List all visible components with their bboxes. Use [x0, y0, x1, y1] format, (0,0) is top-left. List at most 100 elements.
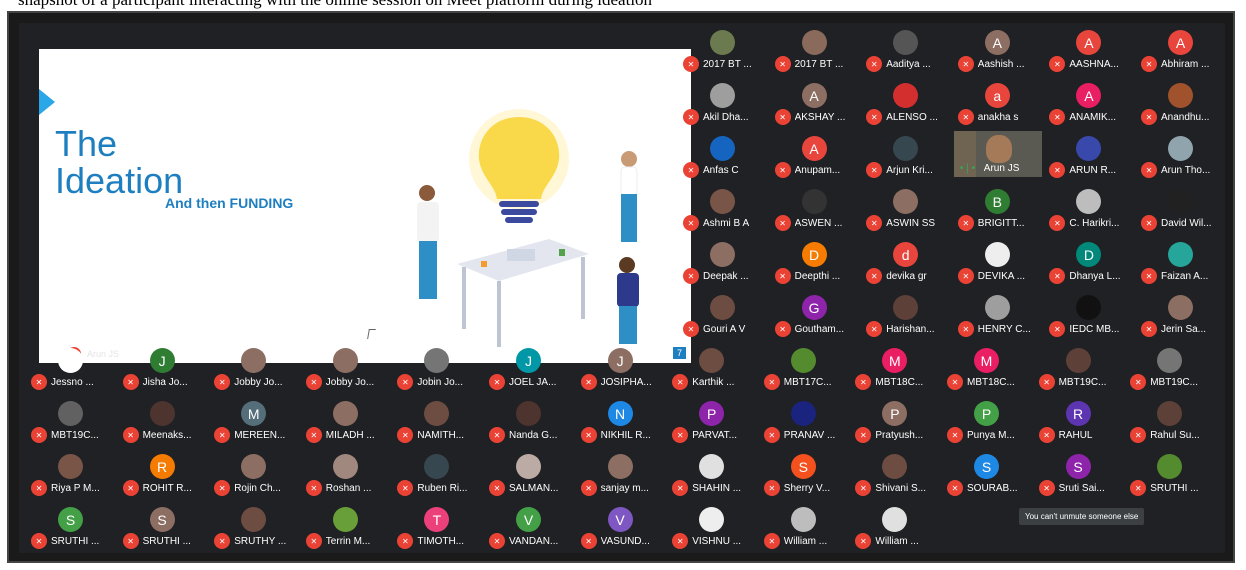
participant-tile[interactable]: ✕ Jessno ... [27, 343, 115, 390]
participant-tile[interactable]: J ✕ Jisha Jo... [119, 343, 207, 390]
mic-off-icon[interactable]: ✕ [580, 480, 597, 496]
participant-tile[interactable]: S ✕ SRUTHI ... [27, 502, 115, 549]
mic-off-icon[interactable]: ✕ [855, 480, 872, 496]
mic-off-icon[interactable]: ✕ [1141, 215, 1157, 231]
mic-off-icon[interactable]: ✕ [947, 427, 963, 443]
participant-tile[interactable]: ✕ SHAHIN ... [668, 449, 756, 496]
participant-tile[interactable]: S ✕ Sruti Sai... [1035, 449, 1123, 496]
mic-off-icon[interactable]: ✕ [489, 427, 505, 443]
participant-tile[interactable]: ✕ ALENSO ... [862, 78, 950, 125]
mic-off-icon[interactable]: ✕ [305, 374, 322, 390]
mic-off-icon[interactable]: ✕ [214, 374, 231, 390]
participant-tile[interactable]: ✕ Riya P M... [27, 449, 115, 496]
mic-off-icon[interactable]: ✕ [122, 533, 139, 549]
participant-tile[interactable]: ✕ ASWEN ... [771, 184, 859, 231]
mic-off-icon[interactable]: ✕ [866, 162, 883, 178]
participant-tile[interactable]: M ✕ MEREEN... [210, 396, 298, 443]
mic-off-icon[interactable]: ✕ [774, 321, 791, 337]
mic-off-icon[interactable]: ✕ [774, 215, 791, 231]
mic-off-icon[interactable]: ✕ [774, 268, 791, 284]
participant-tile[interactable]: T ✕ TIMOTH... [393, 502, 481, 549]
participant-tile[interactable]: ✕ SRUTHI ... [1126, 449, 1214, 496]
participant-tile[interactable]: ✕ NAMITH... [393, 396, 481, 443]
mic-off-icon[interactable]: ✕ [122, 374, 139, 390]
participant-tile[interactable]: N ✕ NIKHIL R... [577, 396, 665, 443]
mic-off-icon[interactable]: ✕ [1130, 480, 1147, 496]
participant-tile[interactable]: V ✕ VASUND... [577, 502, 665, 549]
participant-tile[interactable]: ✕ Jobin Jo... [393, 343, 481, 390]
mic-off-icon[interactable]: ✕ [683, 162, 699, 178]
participant-tile[interactable]: A ✕ AKSHAY ... [771, 78, 859, 125]
mic-off-icon[interactable]: ✕ [672, 533, 689, 549]
participant-tile[interactable]: P ✕ Pratyush... [851, 396, 939, 443]
mic-off-icon[interactable]: ✕ [1049, 268, 1066, 284]
participant-tile[interactable]: M ✕ MBT18C... [943, 343, 1031, 390]
mic-off-icon[interactable]: ✕ [763, 374, 780, 390]
mic-off-icon[interactable]: ✕ [489, 374, 505, 390]
participant-tile[interactable]: ✕ ASWIN SS [862, 184, 950, 231]
mic-off-icon[interactable]: ✕ [1049, 162, 1066, 178]
mic-off-icon[interactable]: ✕ [580, 374, 597, 390]
mic-off-icon[interactable]: ✕ [947, 374, 963, 390]
mic-off-icon[interactable]: ✕ [1141, 56, 1157, 72]
participant-tile[interactable]: ✕ Nanda G... [485, 396, 573, 443]
participant-tile[interactable]: ✕ Roshan ... [302, 449, 390, 496]
mic-off-icon[interactable]: ✕ [672, 480, 689, 496]
mic-off-icon[interactable]: ✕ [122, 480, 139, 496]
mic-off-icon[interactable]: ✕ [397, 374, 414, 390]
participant-tile[interactable]: ✕ William ... [760, 502, 848, 549]
participant-tile[interactable]: ✕ Anandhu... [1137, 78, 1225, 125]
mic-off-icon[interactable]: ✕ [397, 427, 414, 443]
mic-off-icon[interactable]: ✕ [122, 427, 139, 443]
mic-off-icon[interactable]: ✕ [763, 533, 780, 549]
mic-off-icon[interactable]: ✕ [1141, 109, 1157, 125]
mic-off-icon[interactable]: ✕ [866, 215, 883, 231]
participant-tile[interactable]: ✕ Karthik ... [668, 343, 756, 390]
participant-tile[interactable]: ✕ HENRY C... [954, 290, 1042, 337]
participant-tile[interactable]: a ✕ anakha s [954, 78, 1042, 125]
participant-tile[interactable]: S ✕ SRUTHI ... [119, 502, 207, 549]
mic-off-icon[interactable]: ✕ [957, 109, 974, 125]
participant-tile[interactable]: ✕ sanjay m... [577, 449, 665, 496]
mic-off-icon[interactable]: ✕ [866, 321, 883, 337]
mic-off-icon[interactable]: ✕ [1130, 374, 1147, 390]
mic-off-icon[interactable]: ✕ [580, 427, 597, 443]
mic-off-icon[interactable]: ✕ [957, 321, 974, 337]
participant-tile[interactable]: ✕ Aaditya ... [862, 25, 950, 72]
mic-off-icon[interactable]: ✕ [957, 215, 974, 231]
participant-tile[interactable]: S ✕ SOURAB... [943, 449, 1031, 496]
participant-tile[interactable]: ✕ Shivani S... [851, 449, 939, 496]
mic-off-icon[interactable]: ✕ [305, 480, 322, 496]
mic-off-icon[interactable]: ✕ [397, 480, 414, 496]
mic-off-icon[interactable]: ✕ [683, 109, 699, 125]
mic-off-icon[interactable]: ✕ [1049, 321, 1066, 337]
participant-tile[interactable]: ✕ Rojin Ch... [210, 449, 298, 496]
mic-off-icon[interactable]: ✕ [866, 109, 883, 125]
mic-off-icon[interactable]: ✕ [774, 109, 791, 125]
participant-tile[interactable]: ✕ Gouri A V [679, 290, 767, 337]
participant-tile[interactable]: ✕ MBT19C... [27, 396, 115, 443]
participant-tile[interactable]: J ✕ JOSIPHA... [577, 343, 665, 390]
participant-tile[interactable]: R ✕ RAHUL [1035, 396, 1123, 443]
participant-tile[interactable]: ✕ MBT19C... [1035, 343, 1123, 390]
mic-off-icon[interactable]: ✕ [1038, 374, 1055, 390]
mic-off-icon[interactable]: ✕ [1038, 427, 1055, 443]
participant-tile[interactable]: ✕ MILADH ... [302, 396, 390, 443]
mic-off-icon[interactable]: ✕ [1130, 427, 1147, 443]
mic-off-icon[interactable]: ✕ [1049, 109, 1066, 125]
participant-tile[interactable]: ✕ Arjun Kri... [862, 131, 950, 178]
participant-tile[interactable]: M ✕ MBT18C... [851, 343, 939, 390]
participant-tile[interactable]: ✕ SALMAN... [485, 449, 573, 496]
mic-off-icon[interactable]: ✕ [774, 162, 791, 178]
participant-tile[interactable]: ✕ MBT17C... [760, 343, 848, 390]
participant-tile[interactable]: ✕ 2017 BT ... [771, 25, 859, 72]
participant-tile[interactable]: ✕ Akil Dha... [679, 78, 767, 125]
participant-tile[interactable]: ✕ ARUN R... [1045, 131, 1133, 178]
mic-off-icon[interactable]: ✕ [957, 56, 974, 72]
mic-off-icon[interactable]: ✕ [1141, 162, 1157, 178]
mic-off-icon[interactable]: ✕ [763, 427, 780, 443]
participant-tile[interactable]: ✕ Ruben Ri... [393, 449, 481, 496]
participant-tile[interactable]: ✕ Rahul Su... [1126, 396, 1214, 443]
participant-tile[interactable]: D ✕ Dhanya L... [1045, 237, 1133, 284]
mic-off-icon[interactable]: ✕ [683, 321, 699, 337]
